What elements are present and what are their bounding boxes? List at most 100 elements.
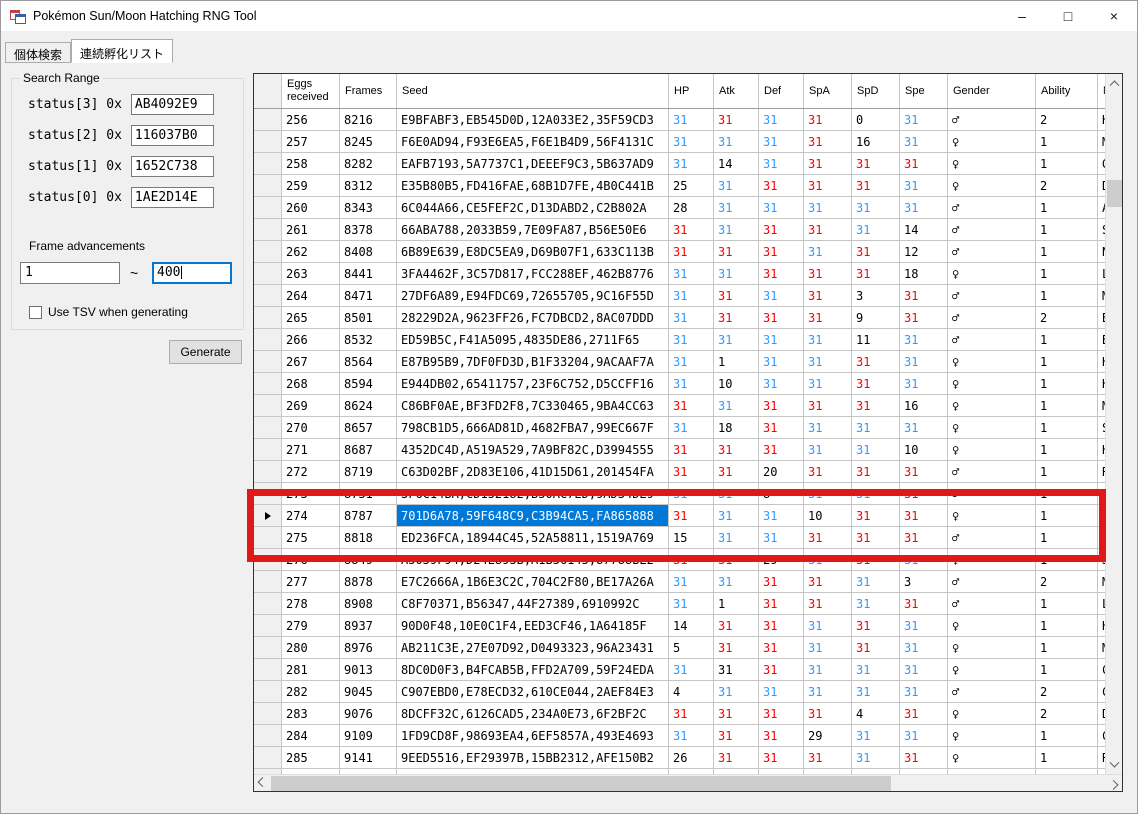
cell-iv[interactable]: 31 (804, 681, 852, 702)
cell-iv[interactable]: 31 (804, 197, 852, 218)
cell-frames[interactable]: 9076 (340, 703, 397, 724)
cell-ability[interactable]: 2 (1036, 175, 1098, 196)
cell-nature[interactable]: S (1098, 219, 1105, 240)
cell-iv[interactable]: 31 (804, 175, 852, 196)
cell-frames[interactable]: 8594 (340, 373, 397, 394)
cell-nature[interactable]: H (1098, 351, 1105, 372)
cell-iv[interactable]: 31 (852, 725, 900, 746)
cell-iv[interactable]: 31 (900, 109, 948, 130)
cell-iv[interactable]: 31 (804, 109, 852, 130)
cell-iv[interactable]: 31 (852, 197, 900, 218)
cell-iv[interactable]: 31 (759, 395, 804, 416)
cell-seed[interactable]: 90D0F48,10E0C1F4,EED3CF46,1A64185F (397, 615, 669, 636)
cell-gender[interactable]: ♀ (948, 725, 1036, 746)
cell-iv[interactable]: 4 (669, 681, 714, 702)
row-header-cell[interactable] (254, 725, 282, 746)
cell-iv[interactable]: 31 (759, 153, 804, 174)
cell-iv[interactable]: 31 (852, 351, 900, 372)
cell-seed[interactable]: 27DF6A89,E94FDC69,72655705,9C16F55D (397, 285, 669, 306)
cell-nature[interactable]: H (1098, 439, 1105, 460)
cell-iv[interactable]: 31 (669, 219, 714, 240)
cell-eggs-received[interactable]: 268 (282, 373, 340, 394)
cell-iv[interactable]: 31 (804, 153, 852, 174)
cell-iv[interactable]: 31 (852, 439, 900, 460)
cell-ability[interactable]: 2 (1036, 109, 1098, 130)
row-header-cell[interactable] (254, 197, 282, 218)
cell-iv[interactable]: 31 (900, 153, 948, 174)
cell-gender[interactable]: ♂ (948, 241, 1036, 262)
cell-iv[interactable]: 31 (852, 395, 900, 416)
status2-input[interactable]: 116037B0 (131, 125, 214, 146)
cell-iv[interactable]: 31 (669, 285, 714, 306)
cell-iv[interactable]: 31 (759, 637, 804, 658)
cell-gender[interactable]: ♀ (948, 615, 1036, 636)
cell-frames[interactable]: 9109 (340, 725, 397, 746)
cell-iv[interactable]: 31 (714, 571, 759, 592)
cell-nature[interactable]: G (1098, 153, 1105, 174)
cell-iv[interactable]: 31 (669, 109, 714, 130)
cell-nature[interactable]: L (1098, 263, 1105, 284)
cell-nature[interactable]: H (1098, 615, 1105, 636)
generate-button[interactable]: Generate (169, 340, 242, 364)
status1-input[interactable]: 1652C738 (131, 156, 214, 177)
cell-iv[interactable]: 31 (759, 681, 804, 702)
column-header-spa[interactable]: SpA (804, 74, 852, 108)
cell-iv[interactable]: 11 (852, 329, 900, 350)
cell-frames[interactable]: 8471 (340, 285, 397, 306)
maximize-button[interactable]: □ (1045, 1, 1091, 31)
column-header-spd[interactable]: SpD (852, 74, 900, 108)
cell-seed[interactable]: E944DB02,65411757,23F6C752,D5CCFF16 (397, 373, 669, 394)
column-header-frames[interactable]: Frames (340, 74, 397, 108)
cell-frames[interactable]: 8908 (340, 593, 397, 614)
row-header-cell[interactable] (254, 241, 282, 262)
cell-ability[interactable]: 1 (1036, 637, 1098, 658)
cell-iv[interactable]: 31 (759, 131, 804, 152)
cell-ability[interactable]: 1 (1036, 659, 1098, 680)
status0-input[interactable]: 1AE2D14E (131, 187, 214, 208)
cell-iv[interactable]: 31 (852, 175, 900, 196)
cell-iv[interactable]: 31 (714, 681, 759, 702)
cell-iv[interactable]: 31 (852, 747, 900, 768)
cell-nature[interactable]: L (1098, 593, 1105, 614)
cell-eggs-received[interactable]: 258 (282, 153, 340, 174)
cell-ability[interactable]: 1 (1036, 373, 1098, 394)
cell-gender[interactable]: ♀ (948, 263, 1036, 284)
cell-iv[interactable]: 31 (759, 329, 804, 350)
cell-eggs-received[interactable]: 279 (282, 615, 340, 636)
cell-nature[interactable]: M (1098, 131, 1105, 152)
cell-iv[interactable]: 31 (900, 175, 948, 196)
cell-iv[interactable]: 31 (852, 681, 900, 702)
column-header-eggs[interactable]: Eggs received (282, 74, 340, 108)
row-header-cell[interactable] (254, 571, 282, 592)
cell-iv[interactable]: 18 (714, 417, 759, 438)
cell-iv[interactable]: 31 (714, 659, 759, 680)
cell-seed[interactable]: E7C2666A,1B6E3C2C,704C2F80,BE17A26A (397, 571, 669, 592)
cell-iv[interactable]: 31 (714, 461, 759, 482)
cell-iv[interactable]: 31 (714, 329, 759, 350)
status3-input[interactable]: AB4092E9 (131, 94, 214, 115)
cell-frames[interactable]: 8408 (340, 241, 397, 262)
cell-nature[interactable]: R (1098, 747, 1105, 768)
cell-iv[interactable]: 31 (804, 659, 852, 680)
cell-ability[interactable]: 1 (1036, 197, 1098, 218)
cell-iv[interactable]: 31 (714, 703, 759, 724)
cell-seed[interactable]: 6C044A66,CE5FEF2C,D13DABD2,C2B802A (397, 197, 669, 218)
cell-ability[interactable]: 1 (1036, 461, 1098, 482)
cell-iv[interactable]: 31 (900, 703, 948, 724)
cell-iv[interactable]: 31 (804, 461, 852, 482)
cell-nature[interactable]: M (1098, 637, 1105, 658)
cell-iv[interactable]: 31 (759, 439, 804, 460)
row-header-cell[interactable] (254, 417, 282, 438)
minimize-button[interactable]: – (999, 1, 1045, 31)
cell-frames[interactable]: 8687 (340, 439, 397, 460)
cell-iv[interactable]: 31 (759, 615, 804, 636)
tsv-checkbox[interactable] (29, 306, 42, 319)
cell-iv[interactable]: 14 (669, 615, 714, 636)
cell-iv[interactable]: 31 (669, 593, 714, 614)
cell-iv[interactable]: 5 (669, 637, 714, 658)
cell-eggs-received[interactable]: 260 (282, 197, 340, 218)
cell-ability[interactable]: 1 (1036, 351, 1098, 372)
cell-ability[interactable]: 2 (1036, 307, 1098, 328)
cell-iv[interactable]: 31 (900, 417, 948, 438)
cell-seed[interactable]: C8F70371,B56347,44F27389,6910992C (397, 593, 669, 614)
